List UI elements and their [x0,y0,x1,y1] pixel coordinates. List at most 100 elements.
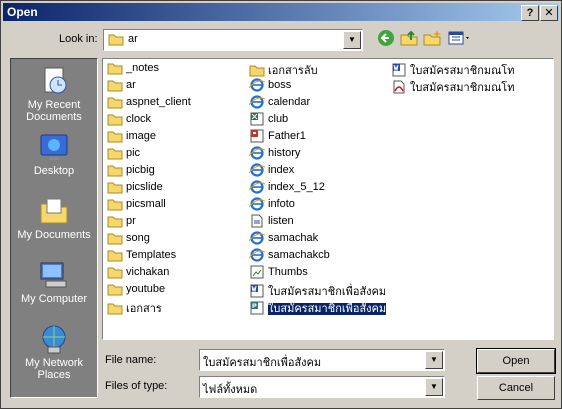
file-name: aspnet_client [126,96,191,108]
folder-icon [107,97,123,109]
file-list-item[interactable]: listen [249,214,294,230]
place-my-recent-documents[interactable]: My Recent Documents [11,65,97,123]
folder-icon [107,165,123,177]
file-name: Templates [126,249,177,261]
file-list-item[interactable]: index_5_12 [249,180,325,196]
file-list-item[interactable]: ใบสมัครสมาชิกมณโท [391,61,514,77]
file-list-item[interactable]: vichakan [107,265,169,281]
file-list-item[interactable]: ใบสมัครสมาชิกเพื่อสังคม [249,282,386,298]
file-name: song [126,232,150,244]
thumbs-db-icon [250,265,264,279]
file-name: vichakan [126,266,170,278]
file-list-item[interactable]: ใบสมัครสมาชิกเพื่อสังคม [249,299,388,316]
file-list-item[interactable]: Father1 [249,129,306,145]
place-desktop[interactable]: Desktop [11,131,97,177]
my-computer-icon [40,262,67,288]
file-list-item[interactable]: pic [107,146,140,162]
file-list-item[interactable]: Thumbs [249,265,308,281]
my-documents-icon [40,198,68,224]
file-name: picbig [126,164,155,176]
file-list[interactable]: _notesar aspnet_clientclock image pic picbig… [102,58,554,340]
file-list-item[interactable]: samachak [249,231,318,247]
file-list-item[interactable]: Templates [107,248,176,264]
close-button[interactable]: ✕ [540,5,558,21]
lookin-dropdown[interactable]: ar ▼ [103,29,363,51]
file-list-item[interactable]: history [249,146,300,162]
help-button[interactable]: ? [521,5,539,21]
file-name: Father1 [268,130,306,142]
file-list-item[interactable]: image [107,129,156,145]
folder-icon [107,148,123,160]
desktop-icon [40,134,68,160]
file-name: ใบสมัครสมาชิกเพื่อสังคม [266,302,388,316]
file-list-item[interactable]: youtube [107,282,165,298]
place-my-documents[interactable]: My Documents [11,195,97,241]
file-list-item[interactable]: clock [107,112,151,128]
file-list-item[interactable]: picslide [107,180,163,196]
network-places-icon [42,325,66,354]
place-my-computer[interactable]: My Computer [11,259,97,305]
ie-document-icon [249,163,265,177]
file-name: samachakcb [268,249,330,261]
chevron-down-icon[interactable]: ▼ [425,351,443,369]
up-folder-icon [400,30,418,46]
filename-label: File name: [105,354,157,366]
file-list-item[interactable]: infoto [249,197,295,213]
file-name: history [268,147,301,159]
file-list-item[interactable]: เอกสารลับ [249,61,318,77]
folder-icon [108,34,124,46]
filetype-value: ไฟล์ทั้งหมด [203,384,258,396]
file-list-item[interactable]: club [249,112,288,128]
file-list-item[interactable]: ar [107,78,136,94]
title-bar: Open ? ✕ [3,3,559,21]
chevron-down-icon[interactable]: ▼ [343,31,361,49]
file-list-item[interactable]: _notes [107,61,159,77]
place-my-network-places[interactable]: My Network Places [11,323,97,381]
file-list-item[interactable]: picbig [107,163,155,179]
open-dialog: Open ? ✕ Look in: ar ▼ My Recent Documen… [0,0,562,409]
filename-value: ใบสมัครสมาชิกเพื่อสังคม [203,357,322,369]
file-list-item[interactable]: samachakcb [249,248,330,264]
place-label: Desktop [33,165,75,177]
file-name: ใบสมัครสมาชิกมณโท [410,65,515,77]
folder-icon [107,131,123,143]
folder-icon [107,250,123,262]
new-folder-button[interactable] [422,29,442,49]
folder-icon [107,233,123,245]
file-list-item[interactable]: เอกสาร [107,299,162,315]
file-list-item[interactable]: picsmall [107,197,166,213]
file-list-item[interactable]: song [107,231,150,247]
file-list-item[interactable]: boss [249,78,291,94]
file-list-item[interactable]: aspnet_client [107,95,191,111]
back-button[interactable] [376,29,396,49]
file-list-item[interactable]: calendar [249,95,310,111]
file-name: calendar [268,96,311,108]
file-name: infoto [268,198,295,210]
file-name: index_5_12 [268,181,325,193]
views-menu-button[interactable] [447,29,473,49]
places-bar: My Recent Documents Desktop My Documents… [10,58,98,398]
file-name: picslide [126,181,163,193]
file-list-item[interactable]: index [249,163,294,179]
cancel-button[interactable]: Cancel [477,376,555,400]
file-name: pic [126,147,141,159]
up-folder-button[interactable] [399,29,419,49]
file-name: _notes [126,62,160,74]
file-list-item[interactable]: pr [107,214,136,230]
file-name: youtube [126,283,166,295]
file-name: ar [126,79,136,91]
filename-input[interactable]: ใบสมัครสมาชิกเพื่อสังคม ▼ [199,349,445,371]
file-name: clock [126,113,152,125]
open-button[interactable]: Open [476,348,556,374]
file-name: listen [268,215,294,227]
file-name: samachak [268,232,319,244]
ie-document-icon [249,180,265,194]
views-icon [448,31,469,45]
filetype-select[interactable]: ไฟล์ทั้งหมด ▼ [199,376,445,398]
chevron-down-icon[interactable]: ▼ [425,378,443,396]
folder-icon [107,284,123,296]
folder-icon [249,65,265,77]
place-label: My Network Places [24,357,84,381]
file-name: picsmall [126,198,166,210]
file-list-item[interactable]: ใบสมัครสมาชิกมณโท [391,78,514,94]
